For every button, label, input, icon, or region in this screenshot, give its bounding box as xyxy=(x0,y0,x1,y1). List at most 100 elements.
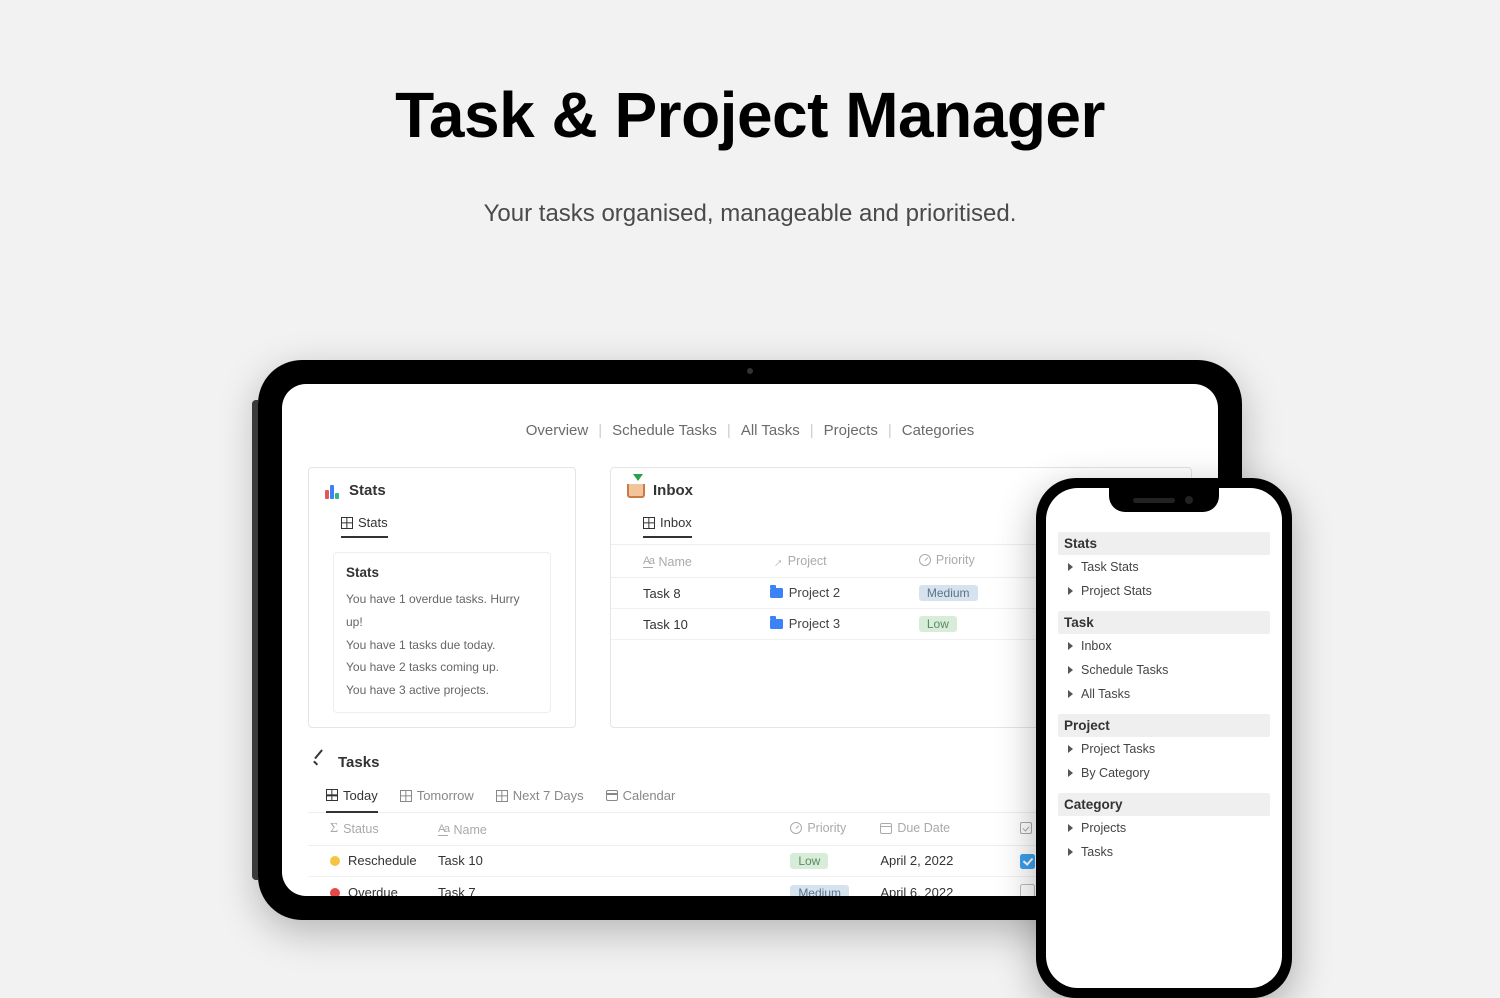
tab-today[interactable]: Today xyxy=(326,782,378,813)
calendar-icon xyxy=(880,823,892,834)
nav-schedule-tasks[interactable]: Schedule Tasks xyxy=(612,422,717,439)
status-cell: Overdue xyxy=(330,885,418,896)
table-icon xyxy=(400,790,412,802)
cell-name: Task 7 xyxy=(428,876,780,896)
col-name: Name xyxy=(658,555,691,569)
priority-tag: Medium xyxy=(790,885,849,896)
recurring-checkbox[interactable] xyxy=(1020,854,1035,869)
recurring-checkbox[interactable] xyxy=(1020,884,1035,896)
phone-list-item[interactable]: Schedule Tasks xyxy=(1058,658,1270,682)
phone-screen: StatsTask StatsProject StatsTaskInboxSch… xyxy=(1046,488,1282,988)
text-icon: Aa xyxy=(438,823,448,836)
bar-chart-icon xyxy=(325,483,341,499)
col-due: Due Date xyxy=(897,821,950,835)
text-icon: Aa xyxy=(643,555,653,568)
nav-sep: | xyxy=(598,422,602,439)
phone-item-label: Projects xyxy=(1081,821,1126,835)
cell-due: April 6, 2022 xyxy=(870,876,1010,896)
calendar-icon xyxy=(606,790,618,801)
stats-box: Stats You have 1 overdue tasks. Hurry up… xyxy=(333,552,551,713)
inbox-tray-icon xyxy=(627,484,645,498)
phone-section-title: Task xyxy=(1058,611,1270,634)
caret-right-icon xyxy=(1068,769,1073,777)
status-dot-icon xyxy=(330,856,340,866)
cell-name: Task 10 xyxy=(428,845,780,876)
col-name: Name xyxy=(453,823,486,837)
caret-right-icon xyxy=(1068,745,1073,753)
caret-right-icon xyxy=(1068,666,1073,674)
phone-list-item[interactable]: Projects xyxy=(1058,816,1270,840)
caret-right-icon xyxy=(1068,563,1073,571)
col-priority: Priority xyxy=(807,821,846,835)
tab-tomorrow[interactable]: Tomorrow xyxy=(400,782,474,812)
tab-calendar[interactable]: Calendar xyxy=(606,782,676,812)
relation-icon: → xyxy=(766,551,786,571)
nav-categories[interactable]: Categories xyxy=(902,422,975,439)
caret-right-icon xyxy=(1068,642,1073,650)
tab-tomorrow-label: Tomorrow xyxy=(417,788,474,803)
gauge-icon xyxy=(919,554,931,566)
table-icon xyxy=(643,517,655,529)
nav-sep: | xyxy=(727,422,731,439)
stats-line: You have 2 tasks coming up. xyxy=(346,656,538,679)
table-icon xyxy=(496,790,508,802)
checkbox-icon xyxy=(1020,822,1032,834)
phone-notch xyxy=(1109,488,1219,512)
phone-frame: StatsTask StatsProject StatsTaskInboxSch… xyxy=(1036,478,1292,998)
stats-box-title: Stats xyxy=(346,565,538,580)
phone-list-item[interactable]: Project Stats xyxy=(1058,579,1270,603)
cell-due: April 2, 2022 xyxy=(870,845,1010,876)
phone-item-label: By Category xyxy=(1081,766,1150,780)
stats-card: Stats Stats Stats You have 1 overdue tas… xyxy=(308,467,576,728)
phone-section-title: Project xyxy=(1058,714,1270,737)
status-dot-icon xyxy=(330,888,340,896)
tab-next7[interactable]: Next 7 Days xyxy=(496,782,584,812)
phone-list-item[interactable]: Project Tasks xyxy=(1058,737,1270,761)
tab-calendar-label: Calendar xyxy=(623,788,676,803)
tab-stats[interactable]: Stats xyxy=(341,509,388,538)
col-status: Status xyxy=(343,822,378,836)
nav-all-tasks[interactable]: All Tasks xyxy=(741,422,800,439)
status-cell: Reschedule xyxy=(330,853,418,868)
phone-item-label: Inbox xyxy=(1081,639,1112,653)
nav-overview[interactable]: Overview xyxy=(526,422,589,439)
col-priority: Priority xyxy=(936,553,975,567)
stats-line: You have 1 overdue tasks. Hurry up! xyxy=(346,588,538,634)
table-icon xyxy=(341,517,353,529)
table-icon xyxy=(326,789,338,801)
tasks-title: Tasks xyxy=(338,754,379,771)
phone-item-label: Project Stats xyxy=(1081,584,1152,598)
phone-list-item[interactable]: All Tasks xyxy=(1058,682,1270,706)
project-chip[interactable]: Project 3 xyxy=(770,616,840,631)
tab-next7-label: Next 7 Days xyxy=(513,788,584,803)
nav-projects[interactable]: Projects xyxy=(824,422,878,439)
phone-item-label: Task Stats xyxy=(1081,560,1139,574)
tab-inbox-label: Inbox xyxy=(660,515,692,530)
stats-line: You have 1 tasks due today. xyxy=(346,634,538,657)
caret-right-icon xyxy=(1068,848,1073,856)
page-title: Task & Project Manager xyxy=(0,78,1500,152)
caret-right-icon xyxy=(1068,690,1073,698)
caret-right-icon xyxy=(1068,824,1073,832)
project-chip[interactable]: Project 2 xyxy=(770,585,840,600)
top-nav: Overview | Schedule Tasks | All Tasks | … xyxy=(282,384,1218,467)
phone-list-item[interactable]: Tasks xyxy=(1058,840,1270,864)
tab-inbox[interactable]: Inbox xyxy=(643,509,692,538)
gauge-icon xyxy=(790,822,802,834)
folder-icon xyxy=(770,588,783,598)
phone-item-label: Schedule Tasks xyxy=(1081,663,1168,677)
phone-list-item[interactable]: Task Stats xyxy=(1058,555,1270,579)
folder-icon xyxy=(770,619,783,629)
cell-name: Task 10 xyxy=(611,609,758,640)
phone-list-item[interactable]: By Category xyxy=(1058,761,1270,785)
col-project: Project xyxy=(788,554,827,568)
stats-title: Stats xyxy=(349,482,386,499)
cell-name: Task 8 xyxy=(611,578,758,609)
stats-line: You have 3 active projects. xyxy=(346,679,538,702)
phone-item-label: Tasks xyxy=(1081,845,1113,859)
priority-tag: Medium xyxy=(919,585,978,601)
phone-section-title: Category xyxy=(1058,793,1270,816)
phone-item-label: Project Tasks xyxy=(1081,742,1155,756)
tab-stats-label: Stats xyxy=(358,515,388,530)
phone-list-item[interactable]: Inbox xyxy=(1058,634,1270,658)
